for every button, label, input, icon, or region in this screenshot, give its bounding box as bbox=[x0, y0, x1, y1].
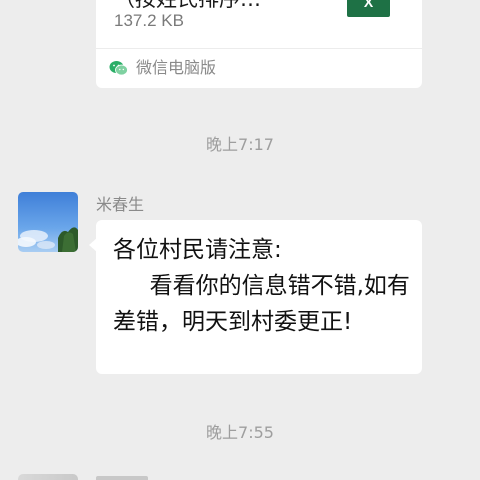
next-avatar-partial bbox=[18, 474, 78, 480]
sender-name: 米春生 bbox=[96, 195, 145, 214]
file-name: （按姓氏排序… bbox=[114, 0, 334, 8]
timestamp: 晚上7:55 bbox=[206, 423, 274, 442]
avatar[interactable] bbox=[18, 192, 78, 252]
bubble-tail bbox=[89, 238, 97, 252]
excel-file-icon: X bbox=[347, 0, 390, 17]
avatar-image bbox=[18, 192, 78, 252]
file-card-divider bbox=[96, 48, 422, 49]
message-bubble[interactable]: 各位村民请注意: 看看你的信息错不错,如有差错，明天到村委更正! bbox=[89, 220, 422, 374]
message-text: 各位村民请注意: 看看你的信息错不错,如有差错，明天到村委更正! bbox=[113, 237, 410, 335]
file-source-label: 微信电脑版 bbox=[136, 58, 217, 77]
next-sender-partial bbox=[96, 476, 148, 480]
wechat-icon bbox=[109, 61, 128, 76]
excel-icon-letter: X bbox=[363, 0, 374, 10]
file-message-card[interactable]: （按姓氏排序… 137.2 KB X 微信电脑版 bbox=[96, 0, 422, 88]
file-source: 微信电脑版 bbox=[109, 57, 216, 79]
chat-window: （按姓氏排序… 137.2 KB X 微信电脑版 晚上7:17 bbox=[0, 0, 480, 480]
timestamp: 晚上7:17 bbox=[206, 135, 274, 154]
file-size: 137.2 KB bbox=[114, 11, 184, 30]
